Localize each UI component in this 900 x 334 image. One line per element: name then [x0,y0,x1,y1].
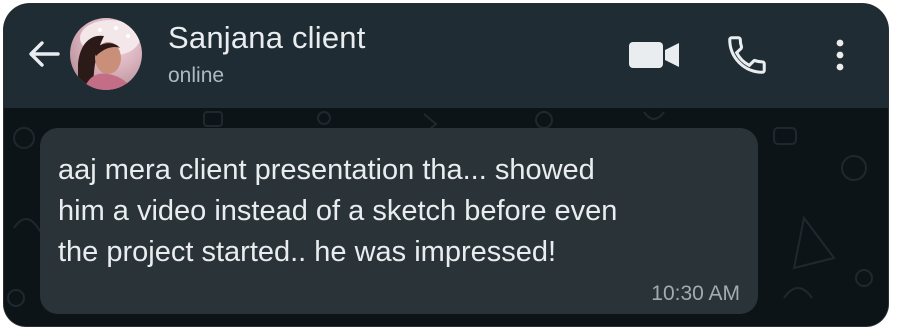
phone-call-icon[interactable] [724,32,770,78]
video-call-icon[interactable] [626,38,684,72]
back-arrow-icon[interactable] [24,34,64,74]
contact-status: online [168,64,225,87]
more-options-icon[interactable] [826,32,854,78]
chat-window: Sanjana client online aaj mera client pr… [4,4,888,326]
contact-name[interactable]: Sanjana client [168,20,366,56]
message-timestamp: 10:30 AM [651,282,740,305]
avatar[interactable] [70,18,142,90]
incoming-message-bubble[interactable]: aaj mera client presentation tha... show… [40,128,758,314]
chat-header: Sanjana client online [4,4,888,108]
message-text: aaj mera client presentation tha... show… [58,154,618,268]
